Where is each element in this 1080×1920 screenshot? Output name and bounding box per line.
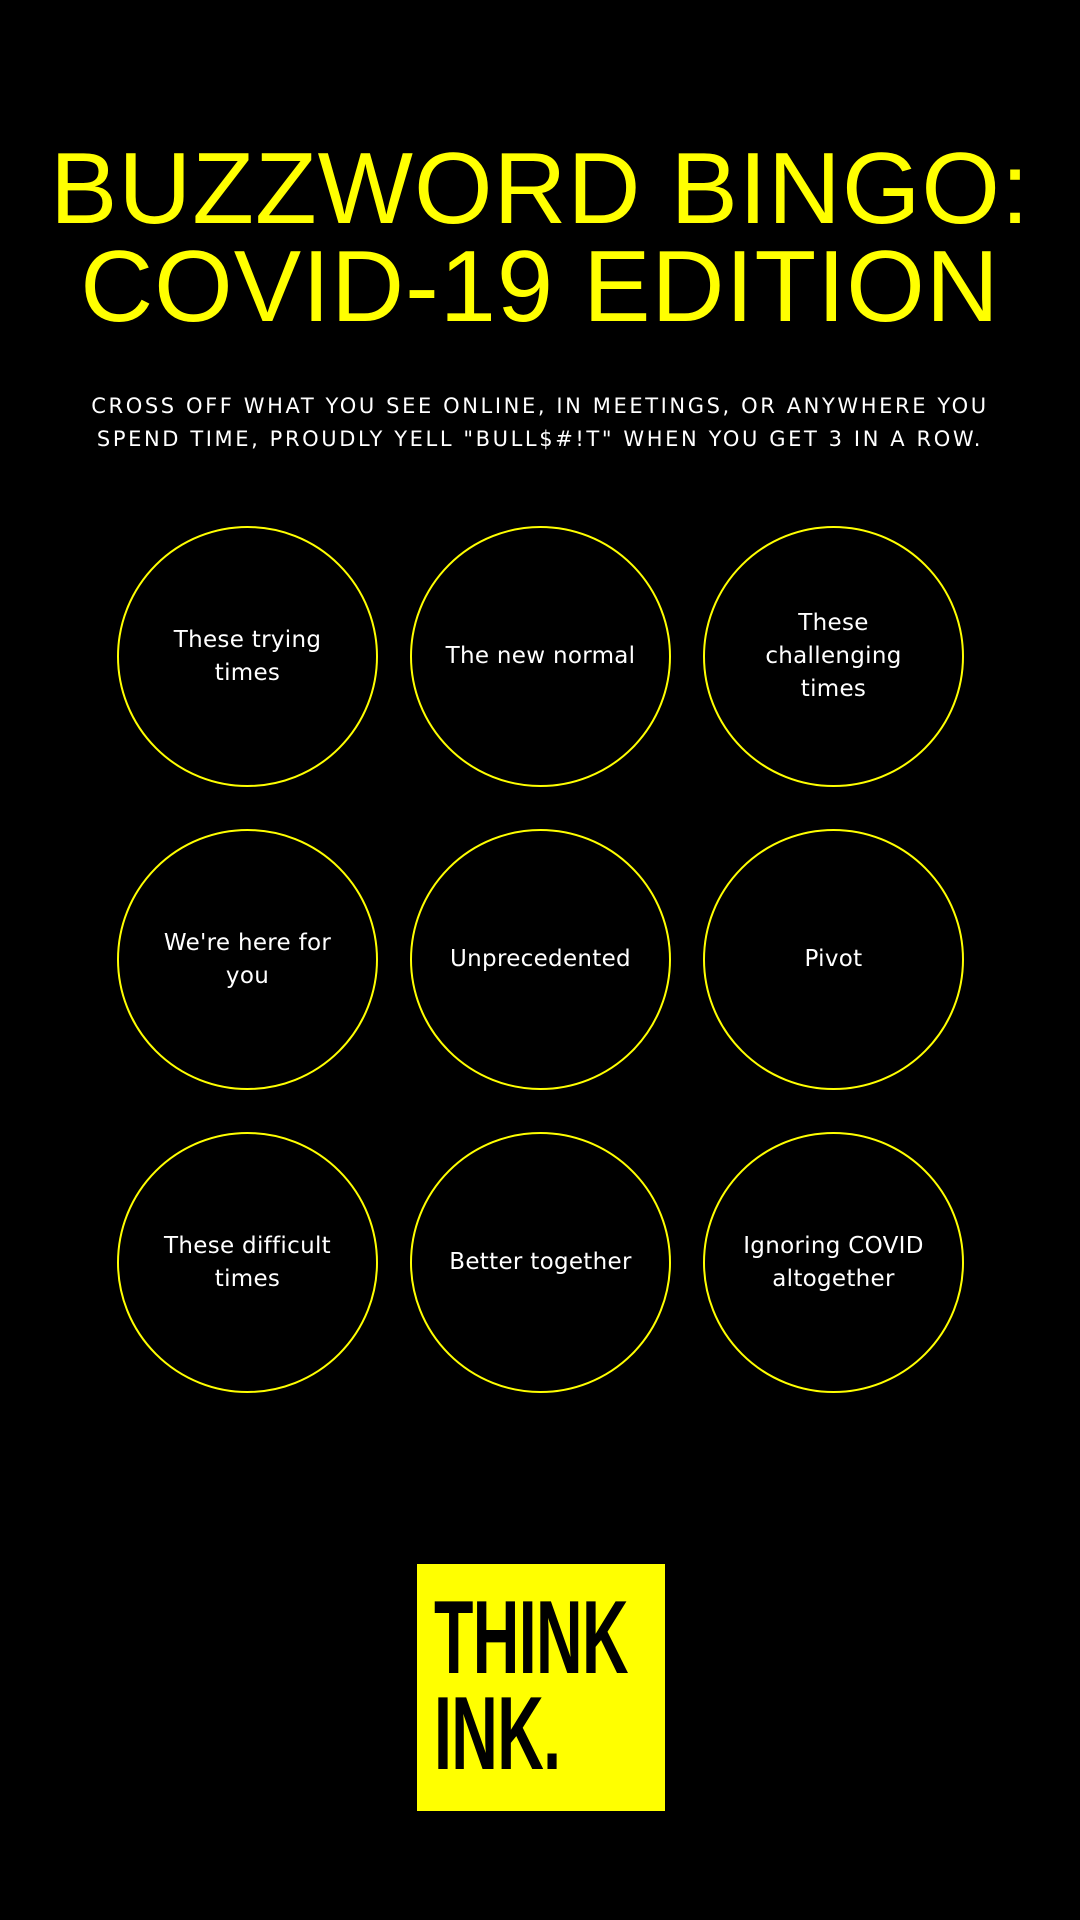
bingo-cell-label: Pivot: [804, 946, 863, 972]
instructions-line-1: CROSS OFF WHAT YOU SEE ONLINE, IN MEETIN…: [91, 394, 989, 418]
bingo-cell-r1c1[interactable]: These trying times: [117, 526, 378, 787]
bingo-cell-r2c3[interactable]: Pivot: [703, 829, 964, 1090]
bingo-cell-label: These difficult times: [164, 1232, 331, 1292]
instructions-line-2: SPEND TIME, PROUDLY YELL "BULL$#!T" WHEN…: [96, 427, 984, 451]
bingo-cell-r3c3[interactable]: Ignoring COVID altogether: [703, 1132, 964, 1393]
title-line-1: BUZZWORD BINGO:: [49, 133, 1031, 245]
bingo-cell-label: We're here for you: [163, 929, 332, 989]
instructions: CROSS OFF WHAT YOU SEE ONLINE, IN MEETIN…: [0, 390, 1080, 456]
bingo-cell-r2c1[interactable]: We're here for you: [117, 829, 378, 1090]
bingo-cell-r1c3[interactable]: These challenging times: [703, 526, 964, 787]
bingo-board: These trying times The new normal These …: [117, 526, 965, 1393]
bingo-cell-label: The new normal: [445, 643, 636, 669]
bingo-cell-r1c2[interactable]: The new normal: [410, 526, 671, 787]
bingo-cell-label: Unprecedented: [450, 946, 631, 972]
think-ink-logo: THINK INK.: [417, 1564, 665, 1811]
bingo-cell-label: Ignoring COVID altogether: [743, 1232, 924, 1292]
bingo-cell-label: Better together: [449, 1249, 632, 1275]
page-title: BUZZWORD BINGO: COVID-19 EDITION: [0, 133, 1080, 343]
logo-line-2: INK.: [434, 1676, 561, 1792]
bingo-cell-label: These trying times: [173, 626, 322, 686]
logo-line-1: THINK: [434, 1580, 629, 1696]
bingo-cell-r2c2[interactable]: Unprecedented: [410, 829, 671, 1090]
bingo-cell-r3c1[interactable]: These difficult times: [117, 1132, 378, 1393]
bingo-cell-r3c2[interactable]: Better together: [410, 1132, 671, 1393]
logo-wordmark: THINK INK.: [434, 1580, 629, 1792]
bingo-cell-label: These challenging times: [765, 610, 902, 702]
title-line-2: COVID-19 EDITION: [80, 231, 1000, 343]
